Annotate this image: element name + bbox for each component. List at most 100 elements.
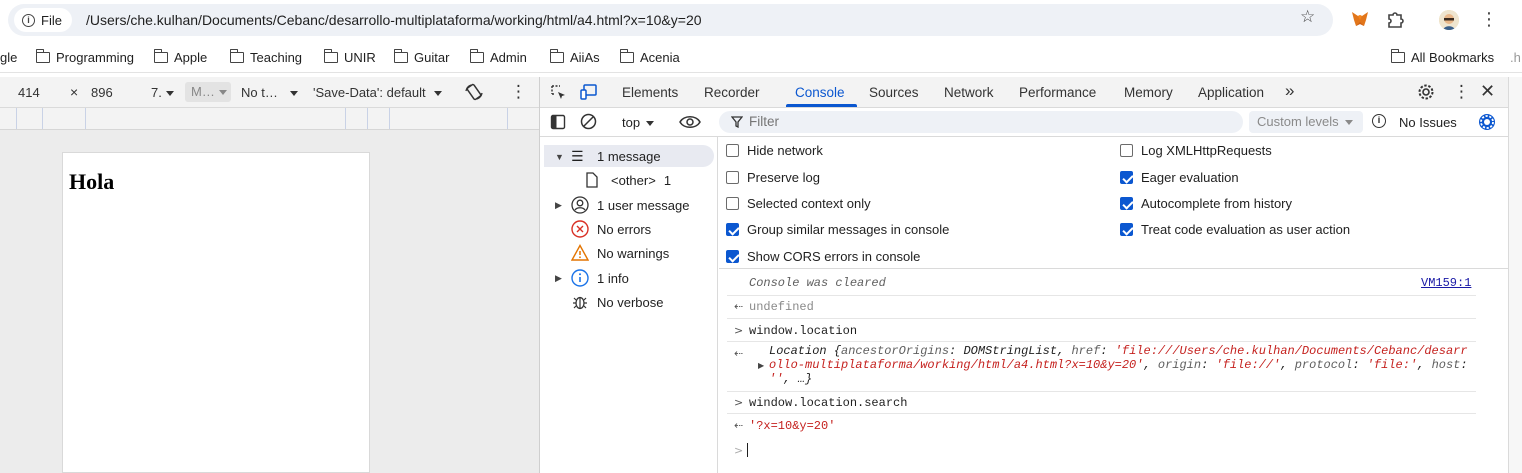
log-xhr-option[interactable]: Log XMLHttpRequests [1120, 143, 1272, 158]
eager-eval-option[interactable]: Eager evaluation [1120, 170, 1239, 185]
console-prompt-input[interactable] [747, 443, 748, 457]
show-cors-option[interactable]: Show CORS errors in console [726, 249, 920, 264]
more-vert-icon[interactable]: ⋮ [1480, 8, 1498, 30]
sidebar-item-verbose[interactable]: No verbose [571, 293, 663, 311]
checkbox[interactable] [1120, 223, 1133, 236]
bookmark-folder[interactable]: UNIR [323, 48, 376, 66]
folder-icon [619, 48, 634, 63]
tab-recorder[interactable]: Recorder [704, 85, 760, 100]
chevron-down-icon [433, 91, 442, 97]
device-mode-select[interactable]: M… [185, 82, 231, 102]
more-tabs-icon[interactable]: » [1285, 81, 1294, 101]
filter-box[interactable] [719, 111, 1243, 133]
result-arrow-icon: ⇠ [734, 419, 744, 432]
inspect-element-icon[interactable] [550, 84, 567, 101]
preserve-log-option[interactable]: Preserve log [726, 170, 820, 185]
all-bookmarks[interactable]: All Bookmarks [1390, 48, 1495, 66]
bookmark-folder[interactable]: Apple [153, 48, 207, 66]
tab-elements[interactable]: Elements [622, 85, 678, 100]
object-value: 'file:///Users/che.kulhan/Documents/Ceba… [1114, 344, 1468, 358]
checkbox[interactable] [726, 250, 739, 263]
selected-context-option[interactable]: Selected context only [726, 196, 871, 211]
sidebar-toggle-icon[interactable] [550, 114, 566, 130]
ruler-tick [345, 108, 346, 129]
sidebar-item-info[interactable]: ▶ 1 info [555, 269, 629, 287]
option-label: Eager evaluation [1141, 170, 1239, 185]
close-icon[interactable]: ✕ [1480, 81, 1495, 102]
metamask-fox-icon[interactable] [1351, 10, 1369, 28]
bookmark-label: Acenia [640, 49, 680, 65]
checkbox[interactable] [726, 223, 739, 236]
address-bar[interactable]: i File /Users/che.kulhan/Documents/Ceban… [8, 4, 1333, 36]
sidebar-item-messages[interactable]: ▼ ☰ 1 message [555, 148, 661, 165]
object-key: ancestorOrigins [841, 344, 950, 358]
bookmark-folder[interactable]: AiiAs [549, 48, 600, 66]
source-link[interactable]: VM159:1 [1421, 276, 1471, 290]
bookmark-folder[interactable]: Teaching [229, 48, 302, 66]
bookmark-folder[interactable]: Programming [35, 48, 135, 66]
throttle-select[interactable]: No t… [241, 85, 298, 100]
tab-sources[interactable]: Sources [869, 85, 919, 100]
tab-console[interactable]: Console [795, 85, 845, 100]
autocomplete-option[interactable]: Autocomplete from history [1120, 196, 1292, 211]
sidebar-item-other[interactable]: <other> 1 [585, 172, 671, 188]
object-key: protocol [1294, 358, 1353, 372]
profile-avatar[interactable] [1439, 10, 1459, 30]
context-select[interactable]: top [622, 115, 655, 130]
device-height-input[interactable]: 896 [91, 85, 113, 100]
eye-icon[interactable] [679, 115, 701, 129]
save-data-select[interactable]: 'Save-Data': default [313, 85, 442, 100]
group-similar-option[interactable]: Group similar messages in console [726, 222, 949, 237]
hide-network-option[interactable]: Hide network [726, 143, 823, 158]
bookmark-folder[interactable]: Admin [469, 48, 527, 66]
more-vert-icon[interactable]: ⋮ [510, 82, 527, 102]
device-width-input[interactable]: 414 [18, 85, 40, 100]
checkbox[interactable] [1120, 171, 1133, 184]
zoom-select[interactable]: 7. [151, 85, 174, 100]
expand-triangle-icon[interactable]: ▶ [758, 361, 764, 370]
rotate-icon[interactable] [464, 82, 484, 102]
result-arrow-icon: ⇠ [734, 347, 744, 360]
tab-application[interactable]: Application [1198, 85, 1264, 100]
active-tab-indicator [786, 104, 857, 107]
more-vert-icon[interactable]: ⋮ [1453, 82, 1470, 102]
clear-console-icon[interactable] [580, 113, 597, 130]
site-info-chip[interactable]: i File [14, 8, 72, 32]
filter-input[interactable] [749, 114, 1229, 129]
bookmark-folder[interactable]: Guitar [393, 48, 449, 66]
mode-value: M… [191, 84, 215, 99]
star-icon[interactable]: ☆ [1300, 8, 1315, 25]
issues-info-icon: i [1372, 114, 1386, 128]
treat-eval-option[interactable]: Treat code evaluation as user action [1120, 222, 1350, 237]
ruler-tick [16, 108, 17, 129]
sidebar-item-warnings[interactable]: No warnings [571, 244, 669, 262]
tab-network[interactable]: Network [944, 85, 994, 100]
location-object[interactable]: Location {ancestorOrigins: DOMStringList… [769, 344, 1468, 386]
log-levels-select[interactable]: Custom levels [1249, 111, 1363, 133]
ruler-tick [507, 108, 508, 129]
tab-memory[interactable]: Memory [1124, 85, 1173, 100]
url-text[interactable]: /Users/che.kulhan/Documents/Cebanc/desar… [86, 12, 702, 28]
bookmark-folder[interactable]: Acenia [619, 48, 680, 66]
checkbox[interactable] [726, 197, 739, 210]
sidebar-item-user-messages[interactable]: ▶ 1 user message [555, 196, 690, 214]
sidebar-item-errors[interactable]: No errors [571, 220, 651, 238]
checkbox[interactable] [726, 144, 739, 157]
checkbox[interactable] [1120, 197, 1133, 210]
tab-performance[interactable]: Performance [1019, 85, 1096, 100]
swap-dimensions-icon[interactable]: × [70, 84, 78, 100]
divider [727, 391, 1476, 392]
bookmark-partial[interactable]: gle [0, 48, 17, 66]
console-settings-gear-icon[interactable] [1478, 113, 1496, 131]
checkbox[interactable] [1120, 144, 1133, 157]
device-toggle-icon[interactable] [580, 83, 598, 101]
issues-counter[interactable]: No Issues [1399, 115, 1457, 130]
gear-icon[interactable] [1417, 83, 1435, 101]
bookmark-label: All Bookmarks [1411, 49, 1495, 65]
console-command: window.location [749, 324, 858, 338]
bookmark-label: Programming [56, 49, 135, 65]
sidebar-item-label: 1 message [597, 149, 661, 164]
puzzle-extensions-icon[interactable] [1386, 9, 1406, 29]
prompt-chevron-icon: > [734, 444, 744, 457]
checkbox[interactable] [726, 171, 739, 184]
